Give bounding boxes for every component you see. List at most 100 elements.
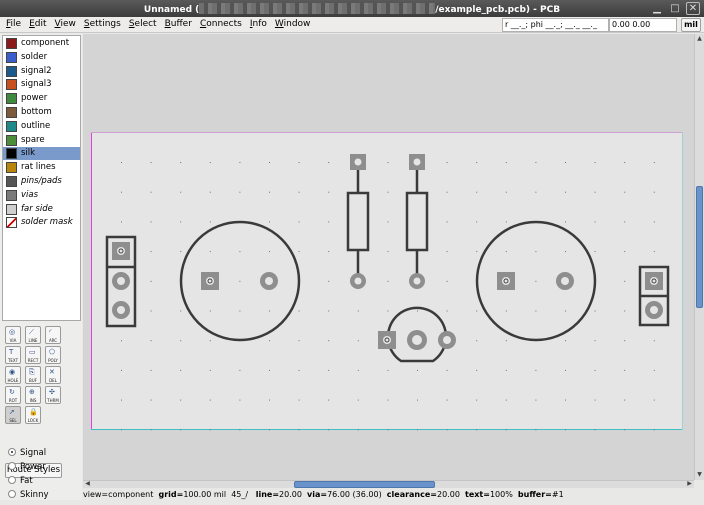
layer-power[interactable]: power [3, 92, 80, 105]
grid-dot [357, 429, 359, 431]
layer-label: solder [21, 51, 48, 62]
menu-view[interactable]: View [51, 18, 80, 31]
layer-color-swatch[interactable] [6, 93, 17, 105]
route-style-signal[interactable]: Signal [8, 447, 46, 459]
tool-hole-button[interactable]: ◉ HOLE [5, 366, 21, 384]
grid-dot [476, 369, 478, 371]
grid-dot [269, 399, 270, 401]
tool-sel-button[interactable]: ➚ SEL [5, 406, 21, 424]
radio-button[interactable] [8, 462, 16, 470]
grid-dot [505, 429, 507, 431]
menu-bar: File Edit View Settings Select Buffer Connects… [0, 17, 704, 33]
grid-dot [328, 280, 330, 282]
layer-solder[interactable]: solder [3, 51, 80, 64]
scroll-left-icon[interactable]: ◀ [83, 480, 92, 488]
route-style-skinny[interactable]: Skinny [8, 489, 48, 501]
menu-select[interactable]: Select [125, 18, 161, 31]
layer-label: rat lines [21, 162, 56, 173]
layer-color-swatch[interactable] [6, 134, 17, 146]
grid-dot [387, 369, 389, 371]
route-style-power[interactable]: Power [8, 461, 46, 473]
layer-signal2[interactable]: signal2 [3, 65, 80, 78]
scroll-up-icon[interactable]: ▲ [695, 34, 704, 44]
layer-rat-lines[interactable]: rat lines [3, 161, 80, 174]
layer-color-swatch[interactable] [6, 65, 17, 77]
layer-color-swatch[interactable] [6, 162, 17, 174]
layer-color-swatch[interactable] [6, 176, 17, 187]
menu-file[interactable]: File [2, 18, 25, 31]
grid-dot [298, 310, 300, 312]
layer-solder-mask[interactable]: solder mask [3, 216, 80, 229]
grid-dot [624, 280, 626, 282]
tool-line-button[interactable]: ⟋ LINE [25, 326, 41, 344]
grid-dot [535, 310, 537, 312]
window-title: Unnamed (/example_pcb.pcb) - PCB [143, 3, 561, 15]
layer-list: component solder signal2 signal3 power bottom… [2, 35, 81, 321]
horizontal-scrollbar[interactable]: ◀ ▶ [83, 480, 694, 488]
layer-spare[interactable]: spare [3, 134, 80, 147]
layer-color-swatch[interactable] [6, 120, 17, 132]
layer-vias[interactable]: vias [3, 189, 80, 202]
layer-color-swatch[interactable] [6, 203, 17, 215]
layer-label: spare [21, 134, 45, 145]
layer-bottom[interactable]: bottom [3, 106, 80, 119]
pcb-canvas[interactable] [83, 34, 694, 480]
tool-text-button[interactable]: T TEXT [5, 346, 21, 364]
tool-poly-button[interactable]: ⬠ POLY [45, 346, 61, 364]
layer-color-swatch[interactable] [6, 79, 17, 91]
layer-pins-pads[interactable]: pins/pads [3, 175, 80, 188]
layer-signal3[interactable]: signal3 [3, 78, 80, 91]
menu-buffer[interactable]: Buffer [161, 18, 196, 31]
pcb-drawing[interactable] [83, 34, 694, 480]
menu-edit[interactable]: Edit [25, 18, 50, 31]
pad-hole [354, 158, 362, 166]
grid-dot [180, 191, 182, 193]
tool-label: HOLE [7, 378, 19, 383]
grid-dot [417, 429, 418, 431]
horizontal-scroll-thumb[interactable] [294, 481, 435, 488]
route-style-fat[interactable]: Fat [8, 475, 33, 487]
grid-dot [565, 369, 566, 371]
tool-label: ROT [8, 398, 18, 403]
tool-buf-button[interactable]: ⎘ BUF [25, 366, 41, 384]
tool-rot-button[interactable]: ↻ ROT [5, 386, 21, 404]
layer-color-swatch[interactable] [6, 148, 17, 160]
radio-button[interactable] [8, 490, 16, 498]
menu-connects[interactable]: Connects [196, 18, 246, 31]
layer-far-side[interactable]: far side [3, 203, 80, 216]
grid-dot [298, 191, 300, 193]
grid-dot [653, 399, 655, 401]
layer-silk[interactable]: silk [3, 147, 80, 161]
maximize-button[interactable]: □ [668, 2, 682, 15]
layer-color-swatch[interactable] [6, 217, 17, 229]
scroll-right-icon[interactable]: ▶ [685, 480, 694, 488]
units-toggle-button[interactable]: mil [681, 18, 701, 32]
pad-hole [265, 277, 273, 285]
layer-color-swatch[interactable] [6, 189, 17, 201]
radio-button[interactable] [8, 476, 16, 484]
tool-label: POLY [48, 358, 58, 363]
layer-outline[interactable]: outline [3, 120, 80, 133]
tool-rect-button[interactable]: ▭ RECT [25, 346, 41, 364]
tool-thrm-button[interactable]: ✣ THRM [45, 386, 61, 404]
minimize-button[interactable]: ▁ [650, 2, 664, 15]
tool-via-button[interactable]: ◎ VIA [5, 326, 21, 344]
menu-info[interactable]: Info [246, 18, 271, 31]
close-button[interactable]: ✕ [686, 2, 700, 15]
menu-window[interactable]: Window [271, 18, 315, 31]
vertical-scrollbar[interactable]: ▲ ▼ [694, 34, 704, 480]
vertical-scroll-thumb[interactable] [696, 186, 703, 308]
menu-settings[interactable]: Settings [80, 18, 125, 31]
layer-label: far side [21, 203, 53, 214]
layer-color-swatch[interactable] [6, 107, 17, 118]
tool-del-button[interactable]: ✕ DEL [45, 366, 61, 384]
tool-lock-button[interactable]: 🔒 LOCK [25, 406, 41, 424]
grid-dot [505, 399, 507, 401]
layer-component[interactable]: component [3, 37, 80, 50]
scroll-down-icon[interactable]: ▼ [695, 470, 704, 480]
tool-ins-button[interactable]: ⊕ INS [25, 386, 41, 404]
tool-arc-button[interactable]: ◜ ARC [45, 326, 61, 344]
radio-button[interactable] [8, 448, 16, 456]
layer-color-swatch[interactable] [6, 38, 17, 49]
layer-color-swatch[interactable] [6, 51, 17, 63]
